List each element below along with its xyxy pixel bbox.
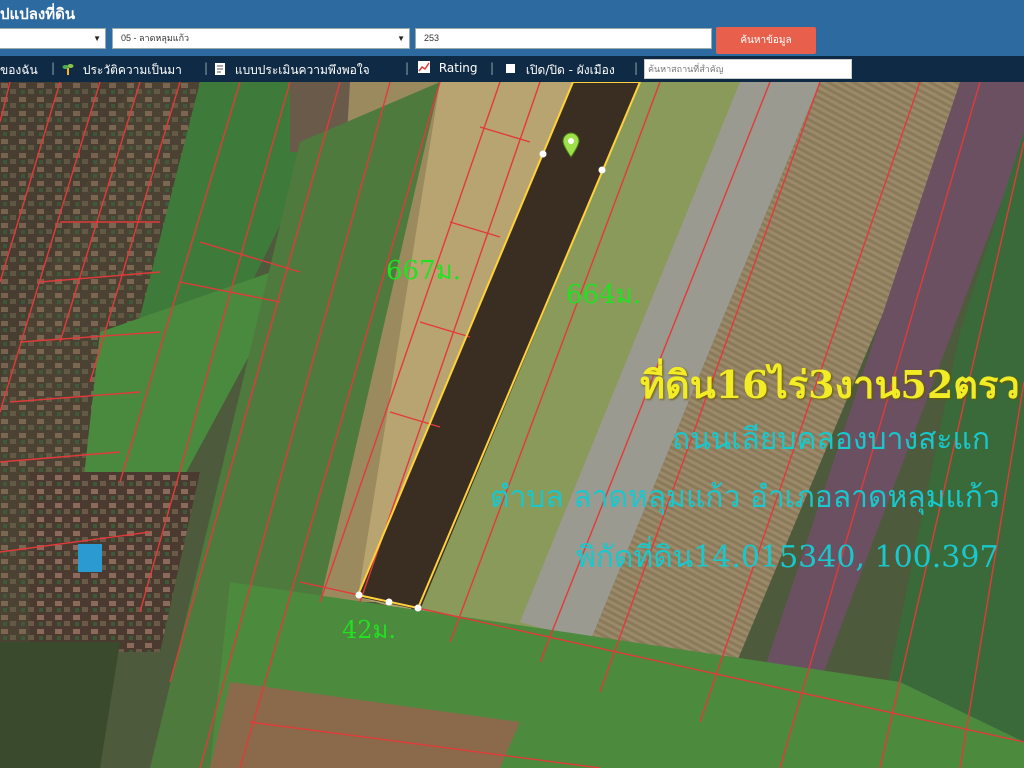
toolbar-item-label: Rating	[438, 61, 478, 75]
chevron-down-icon: ▼	[397, 34, 405, 43]
chevron-down-icon: ▼	[93, 34, 101, 43]
sprout-icon	[62, 63, 74, 75]
toolbar-item-survey[interactable]: แบบประเมินความพึงพอใจ	[214, 61, 370, 80]
toolbar-divider: |	[490, 61, 495, 75]
toolbar-item-label: ประวัติความเป็นมา	[82, 63, 182, 77]
square-icon	[505, 63, 517, 75]
location-label: ตำบล ลาดหลุมแก้ว อำเภอลาดหลุมแก้ว	[490, 480, 1000, 515]
toolbar-divider: |	[634, 61, 639, 75]
parcel-number-input[interactable]: 253	[415, 28, 712, 49]
toolbar-item-cityplan-toggle[interactable]: เปิด/ปิด - ผังเมือง	[505, 61, 615, 80]
coordinates-label: พิกัดที่ดิน14.015340, 100.397	[576, 540, 999, 575]
land-area-label: ที่ดิน16ไร่3งาน52ตรว	[640, 362, 1020, 407]
road-label: ถนนเลียบคลองบางสะแก	[672, 422, 991, 457]
toolbar-divider: |	[405, 61, 410, 75]
province-select[interactable]: ▼	[0, 28, 106, 49]
toolbar-item-rating[interactable]: Rating	[418, 61, 478, 75]
search-button[interactable]: ค้นหาข้อมูล	[716, 27, 816, 54]
toolbar-item-history[interactable]: ประวัติความเป็นมา	[62, 61, 182, 80]
header-bar: ปแปลงที่ดิน ▼ 05 - ลาดหลุมแก้ว ▼ 253 ค้น…	[0, 0, 1024, 56]
district-select[interactable]: 05 - ลาดหลุมแก้ว ▼	[112, 28, 410, 49]
toolbar-item-mine[interactable]: ของฉัน	[0, 61, 38, 80]
toolbar-item-label: เปิด/ปิด - ผังเมือง	[525, 63, 615, 77]
satellite-map[interactable]: 667ม. 664ม. 42ม. ที่ดิน16ไร่3งาน52ตรว ถน…	[0, 82, 1024, 768]
toolbar-divider: |	[204, 61, 209, 75]
toolbar-item-label: แบบประเมินความพึงพอใจ	[234, 63, 370, 77]
parcel-number-value: 253	[424, 33, 440, 43]
page-title: ปแปลงที่ดิน	[0, 5, 76, 23]
toolbar-item-label: ของฉัน	[0, 63, 38, 77]
toolbar-divider: |	[51, 61, 56, 75]
dimension-label-bottom: 42ม.	[342, 616, 396, 644]
dimension-label-right: 664ม.	[566, 280, 642, 310]
dimension-label-left: 667ม.	[386, 256, 462, 286]
place-search-input[interactable]	[644, 59, 852, 79]
chart-icon	[418, 61, 430, 73]
form-icon	[214, 63, 226, 75]
district-select-value: 05 - ลาดหลุมแก้ว	[121, 33, 190, 43]
toolbar: ของฉัน | ประวัติความเป็นมา | แบบประเมินค…	[0, 56, 1024, 82]
